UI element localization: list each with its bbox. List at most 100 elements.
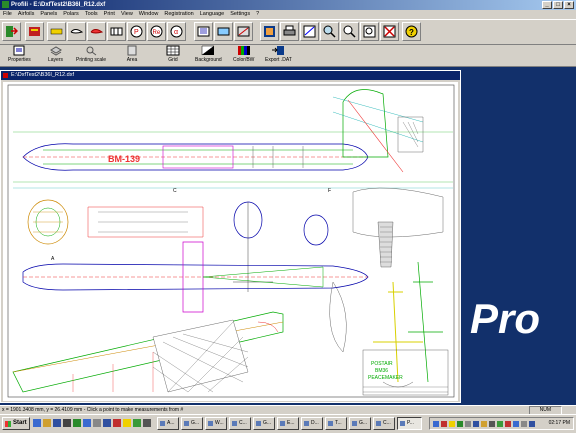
menu-registration[interactable]: Registration [161, 10, 196, 19]
task-button-8[interactable]: T... [325, 417, 347, 430]
polar-p-icon[interactable]: P [127, 22, 146, 41]
menu-language[interactable]: Language [197, 10, 227, 19]
minimize-button[interactable]: _ [542, 1, 552, 9]
airfoil-db-icon[interactable] [25, 22, 44, 41]
maximize-button[interactable]: □ [553, 1, 563, 9]
task-button-5[interactable]: G... [253, 417, 275, 430]
printing-scale-button[interactable]: Printing scale [76, 45, 106, 63]
system-tray: 02:17 PM [429, 417, 574, 430]
tray-app4-icon[interactable] [481, 421, 487, 427]
quicklaunch-ie-icon[interactable] [33, 419, 41, 427]
cad-drawing: BM-139 A C F POSTAIR BM36 PEACEMAKER [7, 84, 455, 398]
quicklaunch-app8-icon[interactable] [143, 419, 151, 427]
task-button-2[interactable]: G... [181, 417, 203, 430]
exit-icon[interactable] [2, 22, 21, 41]
menu-tools[interactable]: Tools [82, 10, 101, 19]
dxf-export-icon[interactable] [300, 22, 319, 41]
airfoil-shape-icon[interactable] [67, 22, 86, 41]
quicklaunch-app5-icon[interactable] [113, 419, 121, 427]
tray-app5-icon[interactable] [489, 421, 495, 427]
layers-button[interactable]: Layers [48, 45, 63, 63]
templates-icon[interactable] [234, 22, 253, 41]
window-title: Profili - E:\DxfTest2\B36I_R12.dxf [11, 2, 106, 8]
task-button-4[interactable]: C... [229, 417, 251, 430]
grid-icon [166, 45, 180, 56]
window-titlebar: Profili - E:\DxfTest2\B36I_R12.dxf _ □ × [0, 0, 576, 10]
quicklaunch-app6-icon[interactable] [123, 419, 131, 427]
tray-app3-icon[interactable] [473, 421, 479, 427]
quicklaunch-disk-icon[interactable] [53, 419, 61, 427]
menu-file[interactable]: File [0, 10, 15, 19]
quicklaunch-folder-icon[interactable] [43, 419, 51, 427]
properties-icon [13, 45, 25, 56]
polar-alpha-icon[interactable]: α [167, 22, 186, 41]
menu-panels[interactable]: Panels [37, 10, 60, 19]
document-title: E:\DxfTest2\B36I_R12.dxf [1, 71, 460, 80]
task-button-active[interactable]: P... [397, 417, 422, 430]
print-icon[interactable] [280, 22, 299, 41]
coordinate-readout: x = 1901.3408 mm, y = 26.4109 mm - Click… [2, 407, 184, 413]
task-button-6[interactable]: E... [277, 417, 299, 430]
menu-airfoils[interactable]: Airfoils [15, 10, 38, 19]
dxf-document-window: E:\DxfTest2\B36I_R12.dxf BM-139 A C F PO… [0, 70, 461, 403]
svg-text:Re: Re [153, 30, 161, 36]
quicklaunch-app7-icon[interactable] [133, 419, 141, 427]
quicklaunch-app4-icon[interactable] [103, 419, 111, 427]
menu-print[interactable]: Print [101, 10, 118, 19]
label-a: A [51, 256, 55, 262]
ribs-icon[interactable] [194, 22, 213, 41]
panels-icon[interactable] [107, 22, 126, 41]
help-icon[interactable]: ? [402, 22, 421, 41]
layers-icon [49, 46, 62, 56]
color-bw-button[interactable]: Color/BW [233, 45, 254, 63]
tray-app9-icon[interactable] [521, 421, 527, 427]
tray-app6-icon[interactable] [497, 421, 503, 427]
airfoil-red-icon[interactable] [87, 22, 106, 41]
grid-button[interactable]: Grid [166, 45, 180, 63]
tray-app7-icon[interactable] [505, 421, 511, 427]
polar-re-icon[interactable]: Re [147, 22, 166, 41]
quicklaunch-app2-icon[interactable] [73, 419, 81, 427]
quicklaunch-app-icon[interactable] [63, 419, 71, 427]
close-document-icon[interactable] [380, 22, 399, 41]
properties-button[interactable]: Properties [8, 45, 31, 63]
close-button[interactable]: × [564, 1, 574, 9]
menu-polars[interactable]: Polars [60, 10, 82, 19]
task-button-3[interactable]: W... [205, 417, 227, 430]
tray-network-icon[interactable] [433, 421, 439, 427]
task-button-9[interactable]: G... [349, 417, 371, 430]
app-icon [2, 1, 9, 8]
menu-help[interactable]: ? [253, 10, 262, 19]
menu-window[interactable]: Window [136, 10, 162, 19]
wing-icon[interactable] [214, 22, 233, 41]
clock[interactable]: 02:17 PM [549, 418, 570, 429]
pro-overlay-text: Pro [470, 295, 541, 342]
dxf-toolbar: Properties Layers Printing scale Area Gr… [0, 44, 576, 67]
task-button-10[interactable]: C... [373, 417, 395, 430]
tray-app2-icon[interactable] [457, 421, 463, 427]
color-bw-icon [237, 46, 250, 55]
zoom-window-icon[interactable] [360, 22, 379, 41]
tray-app8-icon[interactable] [513, 421, 519, 427]
menu-bar: File Airfoils Panels Polars Tools Print … [0, 10, 576, 19]
start-button[interactable]: Start [2, 417, 30, 430]
tray-antivirus-icon[interactable] [441, 421, 447, 427]
task-button-7[interactable]: D... [301, 417, 323, 430]
menu-settings[interactable]: Settings [227, 10, 253, 19]
quicklaunch-mail-icon[interactable] [83, 419, 91, 427]
background-button[interactable]: Background [195, 45, 222, 63]
zoom-in-icon[interactable] [320, 22, 339, 41]
task-button-1[interactable]: A... [157, 417, 179, 430]
tray-volume-icon[interactable] [465, 421, 471, 427]
export-dat-button[interactable]: Export .DAT [265, 45, 292, 63]
print-setup-icon[interactable] [260, 22, 279, 41]
menu-view[interactable]: View [118, 10, 136, 19]
svg-text:?: ? [409, 28, 414, 37]
tray-app-icon[interactable] [449, 421, 455, 427]
area-button[interactable]: Area [125, 45, 139, 63]
zoom-out-icon[interactable] [340, 22, 359, 41]
dxf-drawing-canvas[interactable]: BM-139 A C F POSTAIR BM36 PEACEMAKER [3, 82, 458, 401]
tray-app10-icon[interactable] [529, 421, 535, 427]
quicklaunch-app3-icon[interactable] [93, 419, 101, 427]
airfoil-edit-icon[interactable] [47, 22, 66, 41]
